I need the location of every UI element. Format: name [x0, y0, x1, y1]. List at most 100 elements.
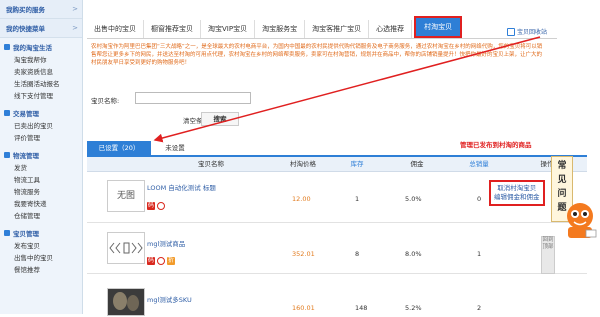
- sidebar-link-label: 我的快捷菜单: [6, 25, 45, 33]
- sidebar-section-trade: 交易管理 已卖出的宝贝 评价管理: [0, 104, 82, 146]
- sidebar-section-goods: 宝贝管理 发布宝贝 出售中的宝贝 餐馆推荐: [0, 224, 82, 278]
- column-header-stock[interactable]: 库存: [337, 157, 377, 171]
- tab-window-recommend[interactable]: 橱窗推荐宝贝: [144, 20, 201, 38]
- product-commission: 8.0%: [405, 250, 422, 258]
- table-header: 宝贝名称 村淘价格 库存 佣金 总销量 操作: [87, 157, 587, 172]
- annotation-hint: 管理已发布到村淘的商品: [460, 141, 532, 149]
- sidebar-link-label: 我购买的服务: [6, 6, 45, 14]
- sidebar-item[interactable]: 卖家资质信息: [0, 66, 82, 78]
- sidebar-section-title: 交易管理: [13, 110, 39, 118]
- sidebar: 我购买的服务 > 我的快捷菜单 > 我的淘宝生活 淘宝我帮你 卖家资质信息 生活…: [0, 0, 83, 314]
- sidebar-item[interactable]: 发布宝贝: [0, 240, 82, 252]
- column-header-sales[interactable]: 总销量: [459, 157, 499, 171]
- sidebar-section-life: 我的淘宝生活 淘宝我帮你 卖家资质信息 生活圈活动报名 线下支付管理: [0, 38, 82, 104]
- product-name-link[interactable]: LOOM 自动化测试 标题: [147, 182, 216, 192]
- sidebar-section-logistics: 物流管理 发货 物流工具 物流服务 我要寄快递 仓储管理: [0, 146, 82, 224]
- product-commission: 5.0%: [405, 195, 422, 203]
- product-badges: 码: [147, 202, 165, 210]
- back-to-top-button[interactable]: 回到顶部: [541, 236, 555, 274]
- sidebar-section-header[interactable]: 我的淘宝生活: [0, 40, 82, 54]
- search-button[interactable]: 搜索: [201, 112, 239, 126]
- sidebar-link-purchased-services[interactable]: 我购买的服务 >: [0, 0, 82, 19]
- product-commission: 5.2%: [405, 304, 422, 312]
- product-sales: 0: [477, 195, 482, 203]
- faq-char: 问: [557, 189, 567, 199]
- sidebar-section-title: 物流管理: [13, 152, 39, 160]
- product-name-link[interactable]: mgl测试商品: [147, 238, 185, 248]
- product-name-link[interactable]: mgl测试多SKU: [147, 294, 192, 304]
- sidebar-link-quick-menu[interactable]: 我的快捷菜单 >: [0, 19, 82, 38]
- badge-icon: 折: [167, 257, 175, 265]
- faq-char: 常: [557, 161, 567, 171]
- product-image: [109, 242, 143, 254]
- recycle-bin-label: 宝贝回收站: [517, 29, 548, 36]
- tab-cuntao[interactable]: 村淘宝贝: [414, 16, 463, 38]
- sidebar-item[interactable]: 生活圈活动报名: [0, 78, 82, 90]
- tab-xinxuan[interactable]: 心选推荐: [369, 20, 413, 38]
- section-icon: [4, 110, 10, 116]
- edit-commission-link[interactable]: 编辑佣金和佣金: [494, 193, 540, 202]
- sidebar-item[interactable]: 已卖出的宝贝: [0, 120, 82, 132]
- table-row: mgl测试商品 码 折 352.01 8 8.0% 1: [87, 223, 587, 274]
- trash-icon: [507, 27, 515, 36]
- product-price: 352.01: [292, 250, 315, 258]
- sidebar-item[interactable]: 物流工具: [0, 174, 82, 186]
- tab-vip[interactable]: 淘宝VIP宝贝: [201, 20, 256, 38]
- product-stock: 1: [355, 195, 360, 203]
- recycle-bin-link[interactable]: 宝贝回收站: [507, 27, 547, 36]
- product-price: 12.00: [292, 195, 311, 203]
- sidebar-item[interactable]: 发货: [0, 162, 82, 174]
- product-sales: 2: [477, 304, 482, 312]
- product-stock: 8: [355, 250, 360, 258]
- tab-service[interactable]: 淘宝服务宝: [255, 20, 306, 38]
- product-thumbnail[interactable]: [107, 232, 145, 264]
- sidebar-item[interactable]: 评价管理: [0, 132, 82, 144]
- badge-icon: 码: [147, 257, 155, 265]
- product-sales: 1: [477, 250, 482, 258]
- product-badges: 码 折: [147, 257, 175, 265]
- column-header-name: 宝贝名称: [198, 160, 224, 168]
- row-actions: 取消村淘宝贝 编辑佣金和佣金: [489, 180, 545, 206]
- product-name-input[interactable]: [135, 92, 251, 104]
- cancel-cuntao-link[interactable]: 取消村淘宝贝: [494, 184, 540, 193]
- tab-on-sale[interactable]: 出售中的宝贝: [87, 20, 144, 38]
- subtab-unconfigured[interactable]: 未设置: [155, 141, 195, 155]
- sidebar-item[interactable]: 淘宝我帮你: [0, 54, 82, 66]
- chevron-right-icon: >: [72, 5, 78, 13]
- table-row: 无图 LOOM 自动化测试 标题 码 12.00 1 5.0% 0 取消村淘宝贝…: [87, 172, 587, 223]
- product-thumbnail[interactable]: 无图: [107, 180, 145, 212]
- section-icon: [4, 230, 10, 236]
- sidebar-item[interactable]: 出售中的宝贝: [0, 252, 82, 264]
- product-stock: 148: [355, 304, 368, 312]
- subtab-configured[interactable]: 已设置（20）: [87, 141, 151, 155]
- product-thumbnail[interactable]: [107, 288, 145, 316]
- mascot-icon[interactable]: [562, 200, 598, 240]
- goods-tabs: 出售中的宝贝 橱窗推荐宝贝 淘宝VIP宝贝 淘宝服务宝 淘宝客推广宝贝 心选推荐…: [87, 14, 557, 39]
- badge-icon: 码: [147, 202, 155, 210]
- sidebar-item[interactable]: 我要寄快递: [0, 198, 82, 210]
- sidebar-item[interactable]: 餐馆推荐: [0, 264, 82, 276]
- sidebar-section-header[interactable]: 交易管理: [0, 106, 82, 120]
- badge-icon: [157, 202, 165, 210]
- faq-char: 见: [557, 175, 567, 185]
- product-image: [108, 289, 144, 315]
- sidebar-item[interactable]: 物流服务: [0, 186, 82, 198]
- sidebar-section-header[interactable]: 物流管理: [0, 148, 82, 162]
- sidebar-item[interactable]: 线下支付管理: [0, 90, 82, 102]
- column-header-commission: 佣金: [410, 160, 424, 168]
- product-name-label: 宝贝名称:: [91, 97, 120, 105]
- section-icon: [4, 152, 10, 158]
- table-row: mgl测试多SKU 160.01 148 5.2% 2: [87, 274, 587, 316]
- sidebar-section-header[interactable]: 宝贝管理: [0, 226, 82, 240]
- cuntao-notice: 农村淘宝作为阿里巴巴集团“三大战略”之一，是全球最大的农村电商平台，为国内中国最…: [91, 44, 543, 66]
- sidebar-item[interactable]: 仓储管理: [0, 210, 82, 222]
- column-header-price: 村淘价格: [290, 160, 316, 168]
- tab-taobaoke[interactable]: 淘宝客推广宝贝: [305, 20, 370, 38]
- product-price: 160.01: [292, 304, 315, 312]
- column-header-actions: 操作: [540, 160, 554, 168]
- sidebar-section-title: 我的淘宝生活: [13, 44, 52, 52]
- badge-icon: [157, 257, 165, 265]
- chevron-right-icon: >: [72, 24, 78, 32]
- sidebar-section-title: 宝贝管理: [13, 230, 39, 238]
- main-content: 出售中的宝贝 橱窗推荐宝贝 淘宝VIP宝贝 淘宝服务宝 淘宝客推广宝贝 心选推荐…: [87, 0, 600, 316]
